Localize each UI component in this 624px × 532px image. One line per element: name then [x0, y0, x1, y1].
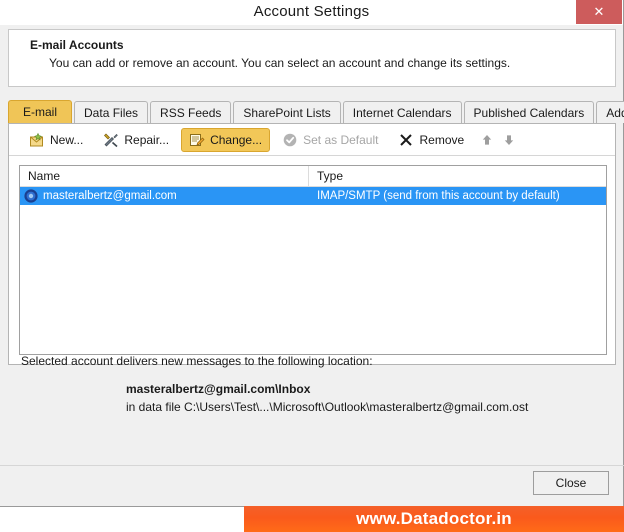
- tab-label: Data Files: [84, 105, 139, 120]
- tab-label: E-mail: [23, 105, 58, 119]
- remove-x-icon: [400, 133, 413, 146]
- delivery-data-file-path: in data file C:\Users\Test\...\Microsoft…: [126, 400, 529, 414]
- table-row[interactable]: masteralbertz@gmail.com IMAP/SMTP (send …: [20, 187, 606, 205]
- set-as-default-label: Set as Default: [303, 132, 379, 147]
- arrow-down-icon: [504, 134, 514, 145]
- remove-account-label: Remove: [419, 132, 465, 147]
- tab-label: Address Books: [606, 105, 624, 120]
- header-panel: E-mail Accounts You can add or remove an…: [8, 29, 616, 87]
- window-title: Account Settings: [253, 3, 370, 20]
- account-badge-icon: [24, 189, 38, 203]
- move-down-button[interactable]: [498, 129, 520, 151]
- account-type-cell: IMAP/SMTP (send from this account by def…: [317, 190, 560, 202]
- set-as-default-button[interactable]: Set as Default: [274, 128, 386, 152]
- remove-account-button[interactable]: Remove: [390, 128, 472, 152]
- account-settings-dialog: Account Settings ✕ E-mail Accounts You c…: [0, 0, 624, 507]
- check-circle-icon: [283, 133, 297, 146]
- delivery-inbox-path: masteralbertz@gmail.com\Inbox: [126, 382, 311, 396]
- watermark-banner: www.Datadoctor.in: [244, 506, 624, 532]
- tab-label: Internet Calendars: [352, 105, 452, 120]
- column-header-type[interactable]: Type: [309, 166, 606, 186]
- repair-tools-icon: [104, 133, 119, 147]
- watermark-text: www.Datadoctor.in: [356, 509, 512, 528]
- close-dialog-button[interactable]: Close: [533, 471, 609, 495]
- tab-data-files[interactable]: Data Files: [74, 101, 149, 123]
- tab-sharepoint-lists[interactable]: SharePoint Lists: [233, 101, 341, 123]
- new-account-label: New...: [50, 132, 84, 147]
- tab-label: RSS Feeds: [160, 105, 222, 120]
- close-dialog-label: Close: [555, 476, 587, 490]
- change-settings-icon: [190, 133, 205, 146]
- close-icon: ✕: [593, 4, 605, 19]
- accounts-listbox[interactable]: Name Type masteralbertz@gmail.com IMAP/S…: [19, 165, 607, 355]
- window-close-button[interactable]: ✕: [576, 0, 622, 24]
- new-account-button[interactable]: New...: [21, 128, 91, 152]
- arrow-up-icon: [482, 134, 492, 145]
- new-mail-icon: [30, 132, 43, 146]
- footer-divider: [0, 465, 624, 466]
- tab-label: Published Calendars: [473, 105, 585, 120]
- title-bar: Account Settings ✕: [0, 0, 623, 25]
- tab-address-books[interactable]: Address Books: [596, 101, 624, 123]
- header-title: E-mail Accounts: [30, 38, 124, 52]
- header-subtitle: You can add or remove an account. You ca…: [49, 56, 511, 70]
- account-name-label: masteralbertz@gmail.com: [43, 190, 177, 202]
- tab-email[interactable]: E-mail: [8, 100, 73, 123]
- tab-label: SharePoint Lists: [243, 105, 331, 120]
- column-header-name[interactable]: Name: [20, 166, 309, 186]
- accounts-toolbar: New... Repair... Change... Set as Defaul…: [9, 124, 615, 156]
- change-account-button[interactable]: Change...: [181, 127, 271, 152]
- tab-published-calendars[interactable]: Published Calendars: [463, 101, 595, 123]
- email-tab-panel: New... Repair... Change... Set as Defaul…: [8, 123, 616, 365]
- repair-account-label: Repair...: [124, 132, 170, 147]
- change-account-label: Change...: [210, 132, 263, 147]
- account-name-cell: masteralbertz@gmail.com: [20, 188, 309, 204]
- tab-strip: E-mail Data Files RSS Feeds SharePoint L…: [8, 100, 624, 123]
- tab-rss-feeds[interactable]: RSS Feeds: [150, 101, 232, 123]
- repair-account-button[interactable]: Repair...: [95, 128, 177, 152]
- list-header: Name Type: [20, 166, 606, 187]
- move-up-button[interactable]: [476, 129, 498, 151]
- delivery-location-intro: Selected account delivers new messages t…: [21, 354, 373, 368]
- tab-internet-calendars[interactable]: Internet Calendars: [342, 101, 462, 123]
